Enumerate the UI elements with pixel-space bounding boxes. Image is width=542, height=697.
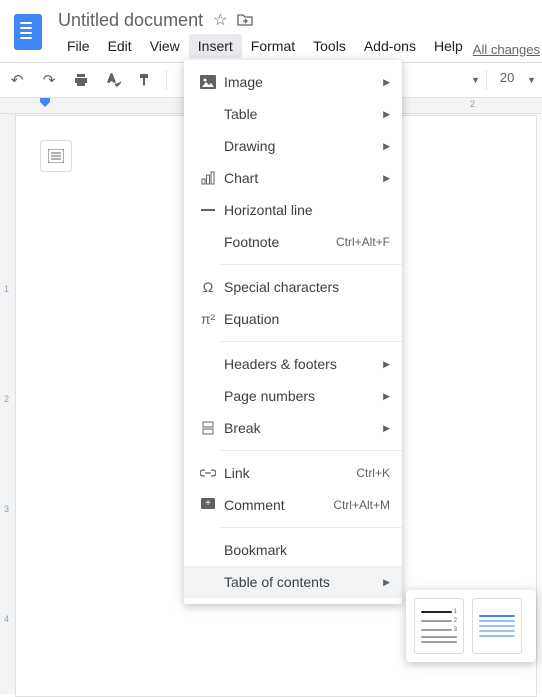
menu-item-table-of-contents[interactable]: Table of contents ▶ [184,566,402,598]
menu-view[interactable]: View [141,34,189,58]
menubar: File Edit View Insert Format Tools Add-o… [58,34,534,58]
dropdown-arrow-icon[interactable]: ▼ [471,75,480,85]
submenu-arrow-icon: ▶ [383,391,390,402]
menu-item-label: Table [220,106,383,122]
submenu-arrow-icon: ▶ [383,423,390,434]
menu-item-chart[interactable]: Chart ▶ [184,162,402,194]
menu-file[interactable]: File [58,34,99,58]
menu-item-label: Break [220,420,383,436]
outline-toggle-icon[interactable] [40,140,72,172]
toc-number: 2 [454,618,457,624]
menu-insert[interactable]: Insert [189,34,242,58]
submenu-arrow-icon: ▶ [383,577,390,588]
menu-item-comment[interactable]: + Comment Ctrl+Alt+M [184,489,402,521]
redo-button[interactable]: ↷ [38,69,60,91]
menu-item-label: Comment [220,497,333,513]
move-folder-icon[interactable] [237,13,253,27]
menu-item-bookmark[interactable]: Bookmark [184,534,402,566]
shortcut-label: Ctrl+Alt+M [333,498,390,512]
print-button[interactable] [70,69,92,91]
all-changes-link[interactable]: All changes [473,42,542,57]
menu-item-label: Horizontal line [220,202,390,218]
star-icon[interactable]: ☆ [213,10,227,30]
menu-item-page-numbers[interactable]: Page numbers ▶ [184,380,402,412]
page-break-icon [196,421,220,435]
omega-icon: Ω [196,279,220,295]
menu-item-label: Page numbers [220,388,383,404]
menu-item-image[interactable]: Image ▶ [184,66,402,98]
menu-item-equation[interactable]: π² Equation [184,303,402,335]
shortcut-label: Ctrl+K [356,466,390,480]
toc-option-links[interactable] [472,598,522,654]
menu-item-label: Special characters [220,279,390,295]
vertical-ruler[interactable]: 1 2 3 4 [0,114,16,694]
image-icon [196,75,220,89]
toc-option-numbered[interactable]: 1 2 3 [414,598,464,654]
spellcheck-button[interactable] [102,69,124,91]
menu-item-break[interactable]: Break ▶ [184,412,402,444]
vruler-label: 3 [4,504,9,514]
undo-button[interactable]: ↶ [6,69,28,91]
dropdown-arrow-icon[interactable]: ▼ [527,75,536,85]
menu-item-label: Table of contents [220,574,383,590]
menu-item-label: Chart [220,170,383,186]
menu-item-label: Bookmark [220,542,390,558]
menu-item-drawing[interactable]: Drawing ▶ [184,130,402,162]
indent-marker-icon[interactable] [40,98,50,108]
submenu-arrow-icon: ▶ [383,109,390,120]
submenu-arrow-icon: ▶ [383,141,390,152]
menu-item-headers-footers[interactable]: Headers & footers ▶ [184,348,402,380]
insert-menu-dropdown: Image ▶ Table ▶ Drawing ▶ Chart ▶ Horizo… [184,60,402,604]
pi-icon: π² [196,311,220,327]
comment-icon: + [196,498,220,512]
vruler-label: 1 [4,284,9,294]
menu-item-label: Headers & footers [220,356,383,372]
menu-item-label: Footnote [220,234,336,250]
svg-text:+: + [205,498,211,509]
menu-item-label: Image [220,74,383,90]
toc-number: 3 [454,627,457,633]
vruler-label: 4 [4,614,9,624]
menu-tools[interactable]: Tools [304,34,355,58]
menu-item-table[interactable]: Table ▶ [184,98,402,130]
docs-logo[interactable] [8,8,48,56]
chart-icon [196,171,220,185]
paint-format-button[interactable] [134,69,156,91]
menu-help[interactable]: Help [425,34,472,58]
horizontal-line-icon [196,208,220,212]
toc-submenu: 1 2 3 [406,590,536,662]
menu-item-horizontal-line[interactable]: Horizontal line [184,194,402,226]
vruler-label: 2 [4,394,9,404]
menu-item-link[interactable]: Link Ctrl+K [184,457,402,489]
toc-number: 1 [454,609,457,615]
shortcut-label: Ctrl+Alt+F [336,235,390,249]
menu-format[interactable]: Format [242,34,304,58]
menu-edit[interactable]: Edit [99,34,141,58]
ruler-label: 2 [470,99,475,109]
menu-item-label: Drawing [220,138,383,154]
menu-addons[interactable]: Add-ons [355,34,425,58]
submenu-arrow-icon: ▶ [383,173,390,184]
menu-item-footnote[interactable]: Footnote Ctrl+Alt+F [184,226,402,258]
menu-item-label: Link [220,465,356,481]
submenu-arrow-icon: ▶ [383,359,390,370]
menu-item-special-characters[interactable]: Ω Special characters [184,271,402,303]
submenu-arrow-icon: ▶ [383,77,390,88]
font-size-input[interactable]: 20 [493,70,521,90]
doc-title[interactable]: Untitled document [58,10,203,31]
link-icon [196,469,220,477]
menu-item-label: Equation [220,311,390,327]
